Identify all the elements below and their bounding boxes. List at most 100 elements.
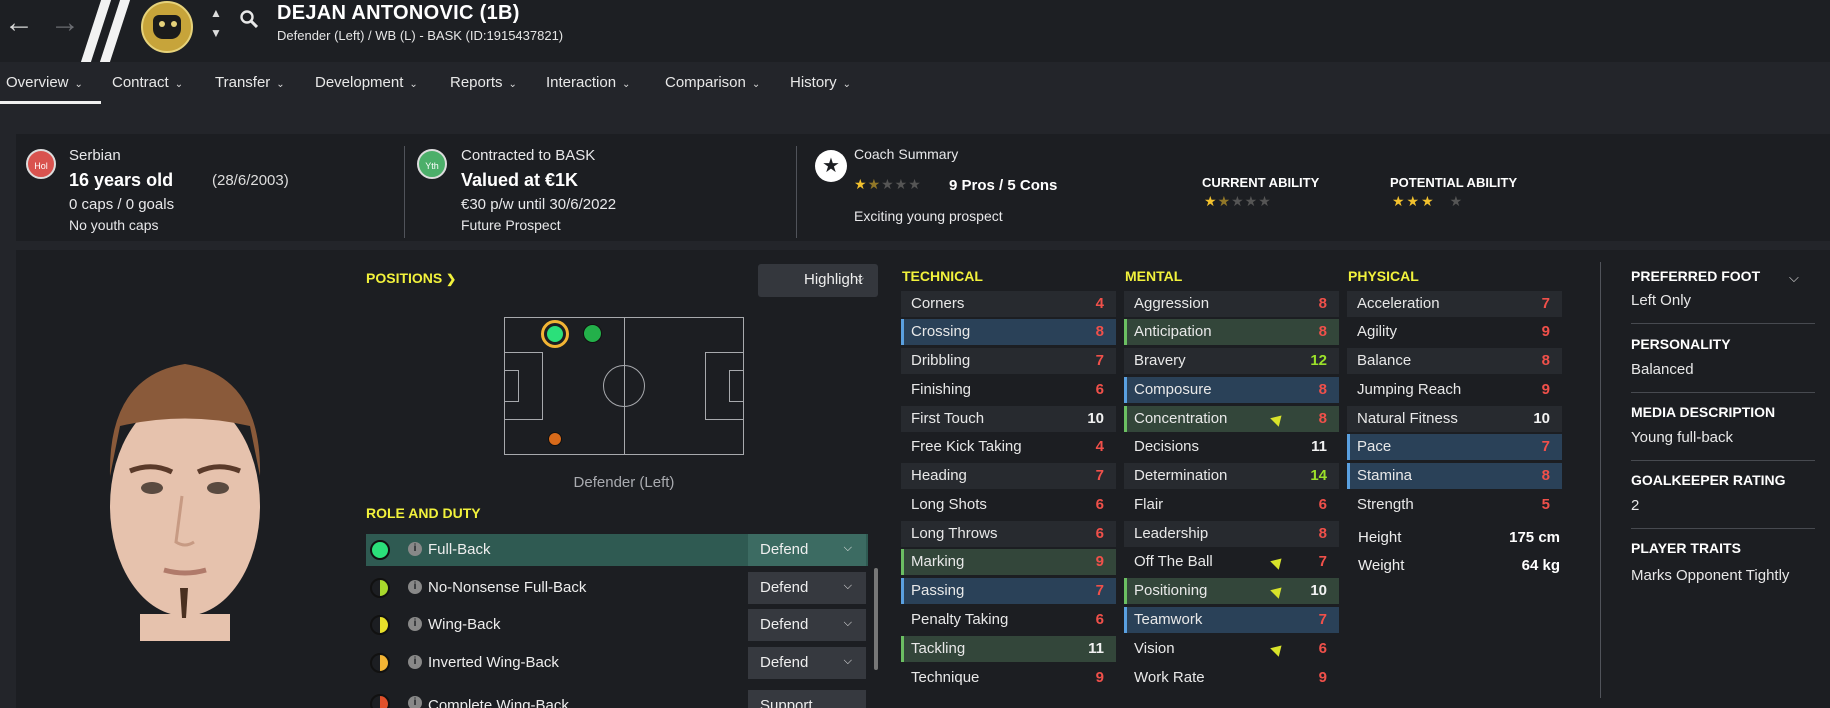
- attr-value: 6: [1318, 640, 1327, 657]
- attr-acceleration[interactable]: Acceleration 7: [1347, 291, 1562, 317]
- forward-arrow-icon[interactable]: →: [50, 8, 80, 38]
- tab-reports[interactable]: Reports ⌄: [450, 74, 517, 91]
- preferred-foot-value: Left Only: [1631, 292, 1692, 309]
- tab-overview[interactable]: Overview ⌄: [6, 74, 83, 91]
- duty-dropdown[interactable]: Defend ⌵: [748, 572, 866, 604]
- attr-jumping-reach[interactable]: Jumping Reach 9: [1347, 377, 1562, 403]
- info-icon[interactable]: i: [408, 696, 422, 708]
- role-suitability-icon: [370, 540, 390, 560]
- attr-natural-fitness[interactable]: Natural Fitness 10: [1347, 406, 1562, 432]
- goalkeeper-rating-value: 2: [1631, 497, 1640, 514]
- attr-tackling[interactable]: Tackling 11: [901, 636, 1116, 662]
- info-icon[interactable]: i: [408, 580, 422, 594]
- club-crest[interactable]: [141, 1, 193, 53]
- natural-position-marker[interactable]: [541, 320, 569, 348]
- duty-dropdown[interactable]: Support: [748, 690, 866, 708]
- role-row-wing-back[interactable]: i Wing-Back Defend ⌵: [366, 609, 868, 641]
- attr-balance[interactable]: Balance 8: [1347, 348, 1562, 374]
- roles-scrollbar[interactable]: [874, 568, 878, 670]
- attr-strength[interactable]: Strength 5: [1347, 492, 1562, 518]
- duty-dropdown[interactable]: Defend ⌵: [748, 534, 866, 566]
- attr-long-shots[interactable]: Long Shots 6: [901, 492, 1116, 518]
- attr-positioning[interactable]: Positioning 10: [1124, 578, 1339, 604]
- pros-cons[interactable]: 9 Pros / 5 Cons: [949, 177, 1057, 194]
- attr-value: 4: [1095, 438, 1104, 455]
- position-marker[interactable]: [583, 324, 602, 343]
- role-row-full-back[interactable]: i Full-Back Defend ⌵: [366, 534, 868, 566]
- chevron-down-icon: ⌄: [174, 79, 184, 90]
- tab-comparison[interactable]: Comparison ⌄: [665, 74, 760, 91]
- attr-free-kick-taking[interactable]: Free Kick Taking 4: [901, 434, 1116, 460]
- potential-ability-label: POTENTIAL ABILITY: [1390, 175, 1518, 190]
- highlight-dropdown[interactable]: Highlight ⌵: [758, 264, 878, 297]
- role-row-complete-wing-back[interactable]: i Complete Wing-Back Support: [366, 684, 868, 708]
- position-marker[interactable]: [548, 432, 562, 446]
- duty-dropdown[interactable]: Defend ⌵: [748, 647, 866, 679]
- coach-star-icon: ★: [815, 150, 847, 182]
- attr-vision[interactable]: Vision 6: [1124, 636, 1339, 662]
- attr-value: 9: [1095, 553, 1104, 570]
- attr-technique[interactable]: Technique 9: [901, 665, 1116, 691]
- chevron-down-icon[interactable]: ⌵: [1789, 270, 1799, 286]
- attr-long-throws[interactable]: Long Throws 6: [901, 521, 1116, 547]
- positions-title[interactable]: POSITIONS ❯: [366, 270, 456, 286]
- duty-dropdown[interactable]: Defend ⌵: [748, 609, 866, 641]
- player-trait-item[interactable]: Marks Opponent Tightly: [1631, 567, 1789, 584]
- attr-penalty-taking[interactable]: Penalty Taking 6: [901, 607, 1116, 633]
- attr-marking[interactable]: Marking 9: [901, 549, 1116, 575]
- attr-value: 5: [1541, 496, 1550, 513]
- info-icon[interactable]: i: [408, 542, 422, 556]
- potential-ability-stars: ★★★ ★: [1392, 193, 1465, 209]
- attr-pace[interactable]: Pace 7: [1347, 434, 1562, 460]
- tab-transfer[interactable]: Transfer ⌄: [215, 74, 285, 91]
- attr-first-touch[interactable]: First Touch 10: [901, 406, 1116, 432]
- attr-stamina[interactable]: Stamina 8: [1347, 463, 1562, 489]
- trend-up-icon: [1270, 554, 1286, 570]
- back-arrow-icon[interactable]: ←: [4, 8, 34, 38]
- current-ability-label: CURRENT ABILITY: [1202, 175, 1320, 190]
- attr-aggression[interactable]: Aggression 8: [1124, 291, 1339, 317]
- attr-bravery[interactable]: Bravery 12: [1124, 348, 1339, 374]
- attr-passing[interactable]: Passing 7: [901, 578, 1116, 604]
- nation-badge[interactable]: Hol: [26, 149, 56, 179]
- technical-title: TECHNICAL: [902, 268, 983, 284]
- attr-flair[interactable]: Flair 6: [1124, 492, 1339, 518]
- role-row-inverted-wing-back[interactable]: i Inverted Wing-Back Defend ⌵: [366, 647, 868, 679]
- info-icon[interactable]: i: [408, 655, 422, 669]
- personality-title: PERSONALITY: [1631, 336, 1731, 352]
- info-icon[interactable]: i: [408, 617, 422, 631]
- player-value: Valued at €1K: [461, 170, 579, 190]
- attr-value: 8: [1318, 295, 1327, 312]
- attr-dribbling[interactable]: Dribbling 7: [901, 348, 1116, 374]
- previous-player-icon[interactable]: ▲: [210, 6, 222, 20]
- attr-agility[interactable]: Agility 9: [1347, 319, 1562, 345]
- youth-caps: No youth caps: [69, 217, 159, 233]
- attr-work-rate[interactable]: Work Rate 9: [1124, 665, 1339, 691]
- attr-anticipation[interactable]: Anticipation 8: [1124, 319, 1339, 345]
- attr-leadership[interactable]: Leadership 8: [1124, 521, 1339, 547]
- nationality[interactable]: Serbian: [69, 147, 121, 164]
- tab-interaction[interactable]: Interaction ⌄: [546, 74, 630, 91]
- search-icon[interactable]: [240, 10, 258, 28]
- attr-heading[interactable]: Heading 7: [901, 463, 1116, 489]
- role-row-no-nonsense-full-back[interactable]: i No-Nonsense Full-Back Defend ⌵: [366, 572, 868, 604]
- attr-name: Tackling: [911, 640, 966, 657]
- tab-contract[interactable]: Contract ⌄: [112, 74, 183, 91]
- attr-teamwork[interactable]: Teamwork 7: [1124, 607, 1339, 633]
- attr-name: Dribbling: [911, 352, 971, 369]
- attr-concentration[interactable]: Concentration 8: [1124, 406, 1339, 432]
- attr-decisions[interactable]: Decisions 11: [1124, 434, 1339, 460]
- trend-up-icon: [1270, 641, 1286, 657]
- attr-crossing[interactable]: Crossing 8: [901, 319, 1116, 345]
- attr-determination[interactable]: Determination 14: [1124, 463, 1339, 489]
- tab-development[interactable]: Development ⌄: [315, 74, 418, 91]
- next-player-icon[interactable]: ▼: [210, 26, 222, 40]
- tab-history[interactable]: History ⌄: [790, 74, 851, 91]
- divider: [796, 146, 797, 238]
- attr-finishing[interactable]: Finishing 6: [901, 377, 1116, 403]
- duty-label: Support: [760, 697, 813, 708]
- attr-corners[interactable]: Corners 4: [901, 291, 1116, 317]
- attr-off-the-ball[interactable]: Off The Ball 7: [1124, 549, 1339, 575]
- attr-composure[interactable]: Composure 8: [1124, 377, 1339, 403]
- contract-status[interactable]: Contracted to BASK: [461, 147, 595, 164]
